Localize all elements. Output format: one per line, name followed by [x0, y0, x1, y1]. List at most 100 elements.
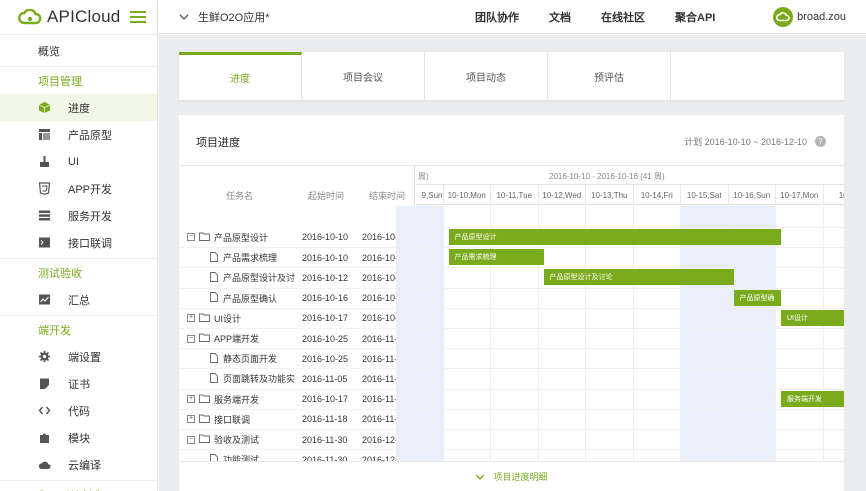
- task-row[interactable]: 静态页面开发 2016-10-25 2016-11-05: [179, 348, 415, 368]
- collapse-toggle-icon[interactable]: −: [187, 233, 195, 241]
- html5-icon: [38, 182, 51, 195]
- task-row[interactable]: 功能测试 2016-11-30 2016-12-05: [179, 449, 415, 461]
- tab-activity[interactable]: 项目动态: [425, 52, 548, 100]
- folder-icon: [199, 232, 214, 243]
- sidebar-item-puzzle[interactable]: 模块: [0, 424, 157, 451]
- sidebar-item-label: UI: [68, 155, 79, 168]
- sidebar-item-brush[interactable]: UI: [0, 148, 157, 175]
- task-row[interactable]: 页面跳转及功能实 2016-11-05 2016-11-18: [179, 368, 415, 388]
- sidebar-section-dev: 端开发: [38, 324, 71, 337]
- task-row[interactable]: − APP端开发 2016-10-25 2016-11-18: [179, 328, 415, 348]
- sidebar-item-code[interactable]: 代码: [0, 397, 157, 424]
- sidebar-item-overview[interactable]: 概览: [0, 34, 157, 67]
- task-row[interactable]: + 服务端开发 2016-10-17 2016-11-18: [179, 388, 415, 409]
- row-gridline: [416, 368, 844, 370]
- task-name-cell: 产品原型设计及讨: [210, 271, 295, 284]
- sidebar-item-layout[interactable]: 产品原型: [0, 121, 157, 148]
- sidebar-item-label: 服务开发: [68, 210, 112, 223]
- task-row[interactable]: − 验收及测试 2016-11-30 2016-12-10: [179, 429, 415, 449]
- gantt-bar[interactable]: 产品原型确: [733, 289, 781, 306]
- task-name: 功能测试: [223, 455, 260, 461]
- timeline-range-header: 周) 2016-10-10 - 2016-10-16 (41 周): [416, 166, 844, 185]
- sidebar-item-cloud[interactable]: 云编译: [0, 451, 157, 478]
- sidebar-item-label: 产品原型: [68, 129, 112, 142]
- task-row[interactable]: + 接口联调 2016-11-18 2016-11-30: [179, 408, 415, 429]
- row-gridline: [416, 267, 844, 269]
- sidebar-item-superwebview[interactable]: SuperWebView: [0, 481, 157, 491]
- sidebar-item-server[interactable]: 服务开发: [0, 202, 157, 229]
- sidebar-item-gear[interactable]: 端设置: [0, 343, 157, 370]
- tab-estimate[interactable]: 预评估: [548, 52, 671, 100]
- task-row[interactable]: 产品原型设计及讨 2016-10-12 2016-10-16: [179, 267, 415, 287]
- gantt-bar[interactable]: 产品原型设计: [448, 229, 781, 245]
- cloud-icon: [776, 11, 790, 21]
- sidebar-item-chart[interactable]: 汇总: [0, 286, 157, 313]
- timeline-day: 10-16,Sun: [729, 185, 776, 205]
- plan-range-text: 计划 2016-10-10 ~ 2016-12-10: [684, 137, 807, 147]
- cloud-logo-icon: [18, 9, 42, 25]
- top-link-community[interactable]: 在线社区: [601, 9, 645, 25]
- chevron-down-icon: [179, 14, 189, 20]
- tab-progress[interactable]: 进度: [179, 52, 302, 100]
- task-row[interactable]: 产品原型确认 2016-10-16 2016-10-17: [179, 287, 415, 308]
- row-gridline: [416, 408, 844, 410]
- top-link-api[interactable]: 聚合API: [675, 9, 715, 25]
- task-start-date: 2016-11-18: [302, 414, 348, 425]
- folder-icon: [199, 414, 214, 425]
- row-gridline: [416, 449, 844, 451]
- task-row[interactable]: 产品需求梳理 2016-10-10 2016-10-12: [179, 247, 415, 267]
- task-start-date: 2016-10-25: [302, 353, 349, 364]
- server-icon: [38, 209, 51, 222]
- collapse-toggle-icon[interactable]: −: [187, 334, 195, 343]
- logo[interactable]: APICloud: [0, 0, 157, 34]
- gantt-bar[interactable]: 服务端开发: [781, 390, 844, 407]
- document-icon: [210, 271, 223, 284]
- timeline-day: 9,Sun: [396, 185, 444, 205]
- panel-title: 项目进度: [196, 137, 240, 149]
- task-name: 产品原型设计及讨: [223, 273, 296, 284]
- progress-detail-link[interactable]: 项目进度明细: [179, 461, 844, 491]
- timeline-day: 10-11,Tue: [491, 185, 539, 205]
- day-column: [824, 206, 845, 461]
- row-gridline: [416, 287, 844, 289]
- top-link-docs[interactable]: 文档: [549, 9, 571, 25]
- row-gridline: [416, 388, 844, 390]
- sidebar-item-html5[interactable]: APP开发: [0, 175, 157, 202]
- gantt-bar[interactable]: 产品原型设计及讨论: [543, 269, 734, 286]
- puzzle-icon: [38, 431, 51, 444]
- task-row[interactable]: − 产品原型设计 2016-10-10 2016-10-17: [179, 227, 415, 247]
- hamburger-menu-icon[interactable]: [130, 11, 147, 23]
- expand-toggle-icon[interactable]: +: [187, 314, 195, 323]
- document-icon: [210, 372, 223, 385]
- task-name-cell: 功能测试: [210, 453, 259, 461]
- sidebar-item-cube[interactable]: 进度: [0, 94, 157, 121]
- task-start-date: 2016-10-17: [302, 394, 349, 405]
- user-menu[interactable]: broad.zou: [773, 6, 846, 27]
- gantt-bar[interactable]: 产品需求梳理: [448, 249, 544, 266]
- sidebar-item-label: 模块: [68, 432, 90, 445]
- gantt-bar[interactable]: UI设计: [781, 309, 844, 326]
- tab-meetings[interactable]: 项目会议: [302, 52, 425, 100]
- sidebar-item-terminal[interactable]: 接口联调: [0, 229, 157, 256]
- task-start-date: 2016-11-05: [302, 373, 348, 384]
- task-name: 验收及测试: [214, 435, 260, 445]
- certificate-icon: [38, 377, 51, 390]
- help-icon[interactable]: ?: [815, 136, 826, 147]
- plan-range: 计划 2016-10-10 ~ 2016-12-10 ?: [684, 135, 826, 148]
- brush-icon: [38, 155, 51, 168]
- task-name: 接口联调: [214, 414, 251, 425]
- sidebar-item-certificate[interactable]: 证书: [0, 370, 157, 397]
- row-gridline: [416, 227, 844, 228]
- task-row[interactable]: + UI设计 2016-10-17 2016-10-25: [179, 307, 415, 328]
- progress-detail-label: 项目进度明细: [493, 472, 548, 482]
- timeline-day: 10-12,Wed: [539, 185, 586, 205]
- expand-toggle-icon[interactable]: +: [187, 415, 195, 424]
- chevron-down-icon: [476, 474, 485, 480]
- expand-toggle-icon[interactable]: +: [187, 395, 195, 404]
- top-link-team[interactable]: 团队协作: [475, 9, 519, 25]
- sidebar-item-label: 汇总: [68, 294, 90, 307]
- task-start-date: 2016-11-30: [302, 434, 348, 445]
- project-switcher[interactable]: 生鲜O2O应用*: [159, 9, 270, 25]
- collapse-toggle-icon[interactable]: −: [187, 435, 195, 444]
- task-name: 产品原型确认: [223, 293, 278, 304]
